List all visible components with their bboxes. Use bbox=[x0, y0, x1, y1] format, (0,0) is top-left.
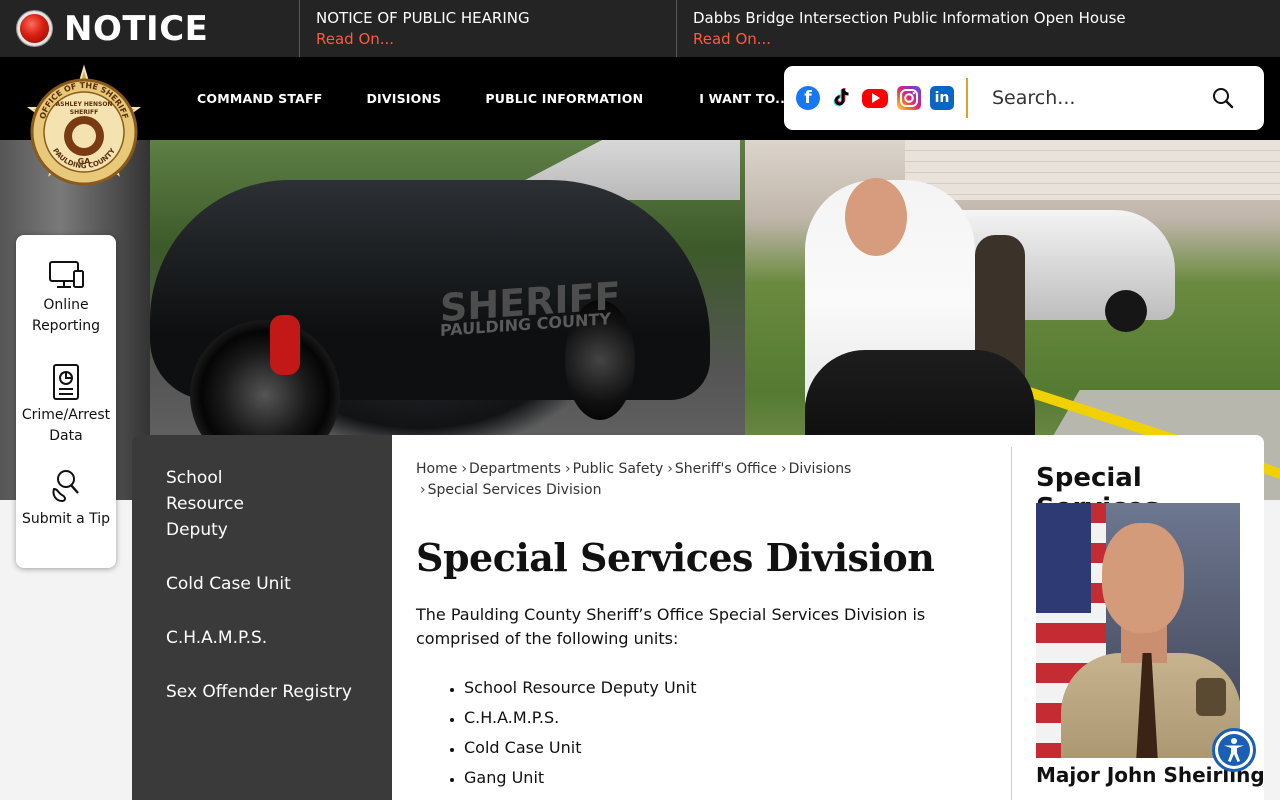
nav-public-information[interactable]: PUBLIC INFORMATION bbox=[485, 91, 643, 106]
section-side-nav: School Resource Deputy Cold Case Unit C.… bbox=[132, 435, 392, 800]
site-header: COMMAND STAFF DIVISIONS PUBLIC INFORMATI… bbox=[0, 57, 1280, 140]
content-divider bbox=[1011, 447, 1012, 800]
svg-text:ASHLEY HENSON: ASHLEY HENSON bbox=[56, 101, 113, 108]
linkedin-icon[interactable]: in bbox=[930, 86, 954, 110]
social-links: f in bbox=[784, 86, 963, 110]
list-item: School Resource Deputy Unit bbox=[464, 673, 697, 703]
search-icon[interactable] bbox=[1208, 83, 1238, 113]
main-nav: COMMAND STAFF DIVISIONS PUBLIC INFORMATI… bbox=[175, 57, 834, 140]
nav-divisions[interactable]: DIVISIONS bbox=[366, 91, 441, 106]
commander-portrait bbox=[1036, 503, 1240, 758]
quick-links-card: Online Reporting Crime/Arrest Data Submi… bbox=[16, 235, 116, 568]
notice-item[interactable]: NOTICE OF PUBLIC HEARING Read On... bbox=[300, 0, 677, 57]
search-panel: f in bbox=[784, 66, 1264, 130]
breadcrumb-public-safety[interactable]: Public Safety bbox=[573, 461, 664, 477]
list-item: Gang Unit bbox=[464, 763, 697, 793]
facebook-icon[interactable]: f bbox=[796, 86, 820, 110]
youtube-icon[interactable] bbox=[862, 88, 888, 108]
side-nav-cold-case-unit[interactable]: Cold Case Unit bbox=[132, 571, 392, 597]
document-icon bbox=[53, 364, 79, 400]
breadcrumb: Home › Departments › Public Safety › Sheriff's… bbox=[416, 461, 852, 498]
notice-item-title[interactable]: Dabbs Bridge Intersection Public Informa… bbox=[693, 8, 1264, 29]
page-intro: The Paulding County Sheriff’s Office Spe… bbox=[416, 605, 926, 648]
notice-heading: NOTICE bbox=[64, 8, 209, 49]
computer-monitor-icon bbox=[49, 261, 84, 288]
units-list: School Resource Deputy Unit C.H.A.M.P.S.… bbox=[440, 673, 697, 793]
accessibility-button[interactable] bbox=[1212, 728, 1256, 772]
quick-link-label: Online Reporting bbox=[31, 297, 101, 334]
quick-link-crime-arrest-data[interactable]: Crime/Arrest Data bbox=[16, 363, 116, 447]
notice-item-title[interactable]: NOTICE OF PUBLIC HEARING bbox=[316, 8, 660, 29]
tiktok-icon[interactable] bbox=[829, 86, 853, 110]
breadcrumb-sheriffs-office[interactable]: Sheriff's Office bbox=[675, 461, 777, 477]
accessibility-icon bbox=[1218, 734, 1250, 766]
nav-command-staff[interactable]: COMMAND STAFF bbox=[197, 91, 322, 106]
side-nav-champs[interactable]: C.H.A.M.P.S. bbox=[132, 625, 392, 651]
breadcrumb-home[interactable]: Home bbox=[416, 461, 457, 477]
list-item: C.H.A.M.P.S. bbox=[464, 703, 697, 733]
side-nav-school-resource-deputy[interactable]: School Resource Deputy bbox=[132, 465, 332, 543]
list-item: Cold Case Unit bbox=[464, 733, 697, 763]
notice-label: NOTICE bbox=[0, 0, 300, 57]
quick-link-online-reporting[interactable]: Online Reporting bbox=[16, 259, 116, 337]
notice-bar: NOTICE NOTICE OF PUBLIC HEARING Read On.… bbox=[0, 0, 1280, 57]
search-divider bbox=[966, 78, 968, 118]
sheriff-badge-logo[interactable]: OFFICE OF THE SHERIFF ASHLEY HENSON SHER… bbox=[16, 64, 152, 200]
side-nav-sex-offender-registry[interactable]: Sex Offender Registry bbox=[132, 679, 392, 705]
instagram-icon[interactable] bbox=[897, 86, 921, 110]
footprint-search-icon bbox=[52, 470, 79, 503]
quick-link-label: Crime/Arrest Data bbox=[21, 407, 111, 444]
notice-item[interactable]: Dabbs Bridge Intersection Public Informa… bbox=[677, 0, 1280, 57]
nav-i-want-to[interactable]: I WANT TO... bbox=[699, 91, 790, 106]
breadcrumb-current: Special Services Division bbox=[427, 482, 602, 498]
alert-light-icon bbox=[17, 11, 52, 46]
notice-read-on-link[interactable]: Read On... bbox=[316, 29, 660, 50]
breadcrumb-departments[interactable]: Departments bbox=[469, 461, 561, 477]
svg-text:SHERIFF: SHERIFF bbox=[70, 109, 99, 116]
page-title: Special Services Division bbox=[416, 535, 935, 580]
breadcrumb-divisions[interactable]: Divisions bbox=[789, 461, 852, 477]
quick-link-submit-tip[interactable]: Submit a Tip bbox=[16, 467, 116, 530]
notice-read-on-link[interactable]: Read On... bbox=[693, 29, 1264, 50]
main-content: Home › Departments › Public Safety › Sheriff's… bbox=[392, 435, 1265, 800]
search-input[interactable] bbox=[990, 86, 1200, 110]
quick-link-label: Submit a Tip bbox=[21, 511, 111, 527]
